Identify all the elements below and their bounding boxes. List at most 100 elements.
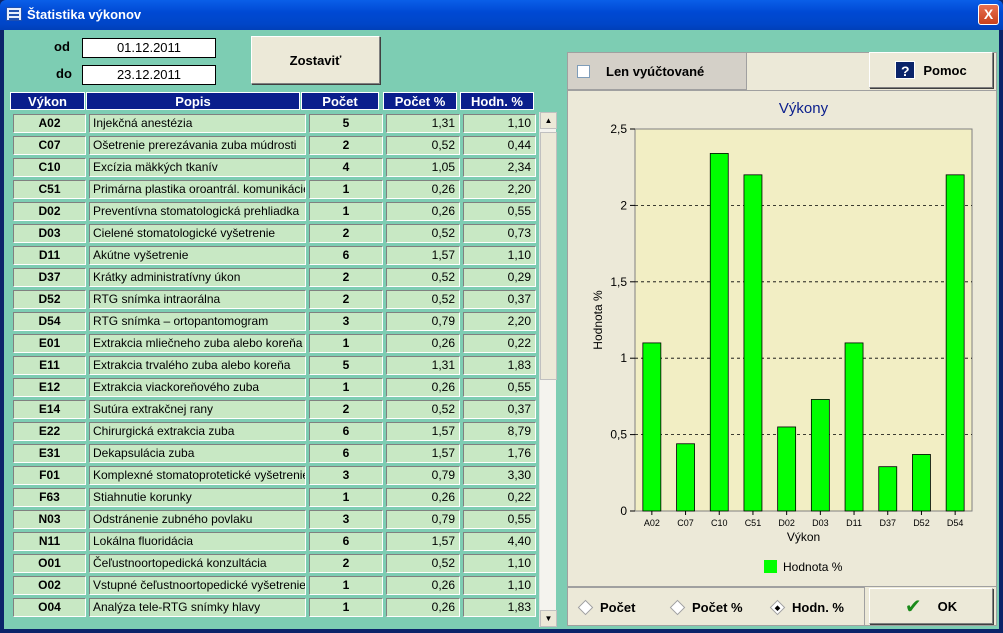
row-popis: Sutúra extrakčnej rany bbox=[89, 400, 306, 419]
table-row[interactable]: N03 Odstránenie zubného povlaku 3 0,79 0,55 bbox=[10, 508, 536, 530]
table-row[interactable]: D37 Krátky administratívny úkon 2 0,52 0,29 bbox=[10, 266, 536, 288]
row-kod: D54 bbox=[13, 312, 86, 331]
table-row[interactable]: D11 Akútne vyšetrenie 6 1,57 1,10 bbox=[10, 244, 536, 266]
scroll-thumb[interactable] bbox=[540, 132, 557, 380]
table-row[interactable]: E12 Extrakcia viackoreňového zuba 1 0,26 0,5… bbox=[10, 376, 536, 398]
row-pocet: 2 bbox=[309, 268, 383, 287]
row-popis: Injekčná anestézia bbox=[89, 114, 306, 133]
row-pocet-pct: 0,26 bbox=[386, 598, 460, 617]
row-pocet: 1 bbox=[309, 378, 383, 397]
pomoc-button[interactable]: ? Pomoc bbox=[869, 52, 993, 88]
row-pocet: 2 bbox=[309, 136, 383, 155]
bar-c07 bbox=[676, 443, 695, 512]
row-popis: RTG snímka intraorálna bbox=[89, 290, 306, 309]
row-popis: Krátky administratívny úkon bbox=[89, 268, 306, 287]
row-pocet-pct: 0,26 bbox=[386, 576, 460, 595]
table-row[interactable]: F01 Komplexné stomatoprotetické vyšetreni… bbox=[10, 464, 536, 486]
row-pocet: 3 bbox=[309, 466, 383, 485]
table-row[interactable]: O02 Vstupné čeľustnoortopedické vyšetreni… bbox=[10, 574, 536, 596]
row-kod: O04 bbox=[13, 598, 86, 617]
row-pocet-pct: 0,79 bbox=[386, 466, 460, 485]
row-hodn-pct: 2,20 bbox=[463, 312, 536, 331]
row-kod: E12 bbox=[13, 378, 86, 397]
radio-hodn-pct[interactable] bbox=[769, 599, 786, 616]
table-row[interactable]: E14 Sutúra extrakčnej rany 2 0,52 0,37 bbox=[10, 398, 536, 420]
statistika-window: Štatistika výkonov X od 01.12.2011 do 23… bbox=[0, 0, 1003, 633]
row-kod: C51 bbox=[13, 180, 86, 199]
row-kod: N11 bbox=[13, 532, 86, 551]
radio-pocet[interactable] bbox=[577, 599, 594, 616]
table-row[interactable]: D03 Cielené stomatologické vyšetrenie 2 0,5… bbox=[10, 222, 536, 244]
row-popis: Vstupné čeľustnoortopedické vyšetrenie bbox=[89, 576, 306, 595]
x-tick-label: D11 bbox=[846, 518, 862, 528]
table-row[interactable]: C10 Excízia mäkkých tkanív 4 1,05 2,34 bbox=[10, 156, 536, 178]
table-row[interactable]: E11 Extrakcia trvalého zuba alebo koreňa 5… bbox=[10, 354, 536, 376]
bar-d02 bbox=[777, 426, 797, 512]
ok-button[interactable]: ✔ OK bbox=[869, 588, 993, 624]
mode-option-pocet[interactable]: Počet bbox=[577, 599, 635, 616]
do-date-field[interactable]: 23.12.2011 bbox=[82, 65, 216, 85]
row-pocet: 6 bbox=[309, 246, 383, 265]
table-row[interactable]: D52 RTG snímka intraorálna 2 0,52 0,37 bbox=[10, 288, 536, 310]
table-row[interactable]: E01 Extrakcia mliečneho zuba alebo koreňa… bbox=[10, 332, 536, 354]
mode-label-hodn-pct: Hodn. % bbox=[792, 600, 844, 615]
column-header-hodn-pct: Hodn. % bbox=[460, 92, 534, 110]
scroll-up-arrow-icon[interactable]: ▲ bbox=[540, 112, 557, 129]
row-kod: O01 bbox=[13, 554, 86, 573]
row-popis: Analýza tele-RTG snímky hlavy bbox=[89, 598, 306, 617]
row-pocet: 6 bbox=[309, 444, 383, 463]
row-kod: F01 bbox=[13, 466, 86, 485]
title-bar[interactable]: Štatistika výkonov X bbox=[0, 0, 1003, 30]
x-axis-label: Výkon bbox=[787, 530, 820, 544]
vykony-chart: Výkony 0 0,5 1 1,5 2 2,5 A02 C07 C10 C51 D02 D03 D11 D… bbox=[567, 90, 997, 587]
table-row[interactable]: C07 Ošetrenie prerezávania zuba múdrosti 2… bbox=[10, 134, 536, 156]
row-popis: Ošetrenie prerezávania zuba múdrosti bbox=[89, 136, 306, 155]
row-kod: E31 bbox=[13, 444, 86, 463]
row-hodn-pct: 0,73 bbox=[463, 224, 536, 243]
table-row[interactable]: O01 Čeľustnoortopedická konzultácia 2 0,52 1… bbox=[10, 552, 536, 574]
client-area: od 01.12.2011 do 23.12.2011 Zostaviť Výk… bbox=[4, 30, 999, 629]
bar-d11 bbox=[844, 342, 864, 512]
row-pocet: 6 bbox=[309, 532, 383, 551]
mode-option-pocet-pct[interactable]: Počet % bbox=[669, 599, 743, 616]
row-kod: F63 bbox=[13, 488, 86, 507]
table-row[interactable]: F63 Stiahnutie korunky 1 0,26 0,22 bbox=[10, 486, 536, 508]
mode-selector: Počet Počet % Hodn. % bbox=[567, 587, 865, 626]
ok-label: OK bbox=[937, 598, 958, 614]
table-row[interactable]: E22 Chirurgická extrakcia zuba 6 1,57 8,79 bbox=[10, 420, 536, 442]
len-vyuctovane-toggle[interactable]: Len vyúčtované bbox=[567, 52, 747, 90]
x-tick-label: C51 bbox=[745, 518, 762, 528]
x-tick-label: D54 bbox=[947, 518, 964, 528]
row-hodn-pct: 2,20 bbox=[463, 180, 536, 199]
table-row[interactable]: D02 Preventívna stomatologická prehliadka… bbox=[10, 200, 536, 222]
radio-pocet-pct[interactable] bbox=[669, 599, 686, 616]
od-date-field[interactable]: 01.12.2011 bbox=[82, 38, 216, 58]
table-row[interactable]: O04 Analýza tele-RTG snímky hlavy 1 0,26 1,8… bbox=[10, 596, 536, 618]
scroll-down-arrow-icon[interactable]: ▼ bbox=[540, 610, 557, 627]
row-pocet: 3 bbox=[309, 312, 383, 331]
close-button[interactable]: X bbox=[978, 4, 999, 25]
table-scrollbar[interactable]: ▲ ▼ bbox=[539, 112, 557, 627]
row-popis: Akútne vyšetrenie bbox=[89, 246, 306, 265]
y-tick-label: 0,5 bbox=[610, 428, 627, 442]
mode-option-hodn-pct[interactable]: Hodn. % bbox=[769, 599, 844, 616]
row-popis: Dekapsulácia zuba bbox=[89, 444, 306, 463]
table-row[interactable]: D54 RTG snímka – ortopantomogram 3 0,79 2,20 bbox=[10, 310, 536, 332]
table-row[interactable]: E31 Dekapsulácia zuba 6 1,57 1,76 bbox=[10, 442, 536, 464]
row-hodn-pct: 1,10 bbox=[463, 554, 536, 573]
row-pocet: 2 bbox=[309, 400, 383, 419]
row-hodn-pct: 0,22 bbox=[463, 334, 536, 353]
table-row[interactable]: N11 Lokálna fluoridácia 6 1,57 4,40 bbox=[10, 530, 536, 552]
question-icon: ? bbox=[895, 61, 916, 79]
row-hodn-pct: 1,83 bbox=[463, 356, 536, 375]
row-hodn-pct: 4,40 bbox=[463, 532, 536, 551]
bar-c10 bbox=[709, 153, 729, 512]
zostavit-button[interactable]: Zostaviť bbox=[251, 36, 380, 84]
len-vyuctovane-checkbox[interactable] bbox=[577, 65, 590, 78]
row-pocet: 2 bbox=[309, 554, 383, 573]
checkmark-icon: ✔ bbox=[904, 595, 922, 618]
bar-c51 bbox=[743, 174, 763, 512]
table-row[interactable]: C51 Primárna plastika oroantrál. komuniká… bbox=[10, 178, 536, 200]
table-row[interactable]: A02 Injekčná anestézia 5 1,31 1,10 bbox=[10, 112, 536, 134]
row-hodn-pct: 0,55 bbox=[463, 202, 536, 221]
